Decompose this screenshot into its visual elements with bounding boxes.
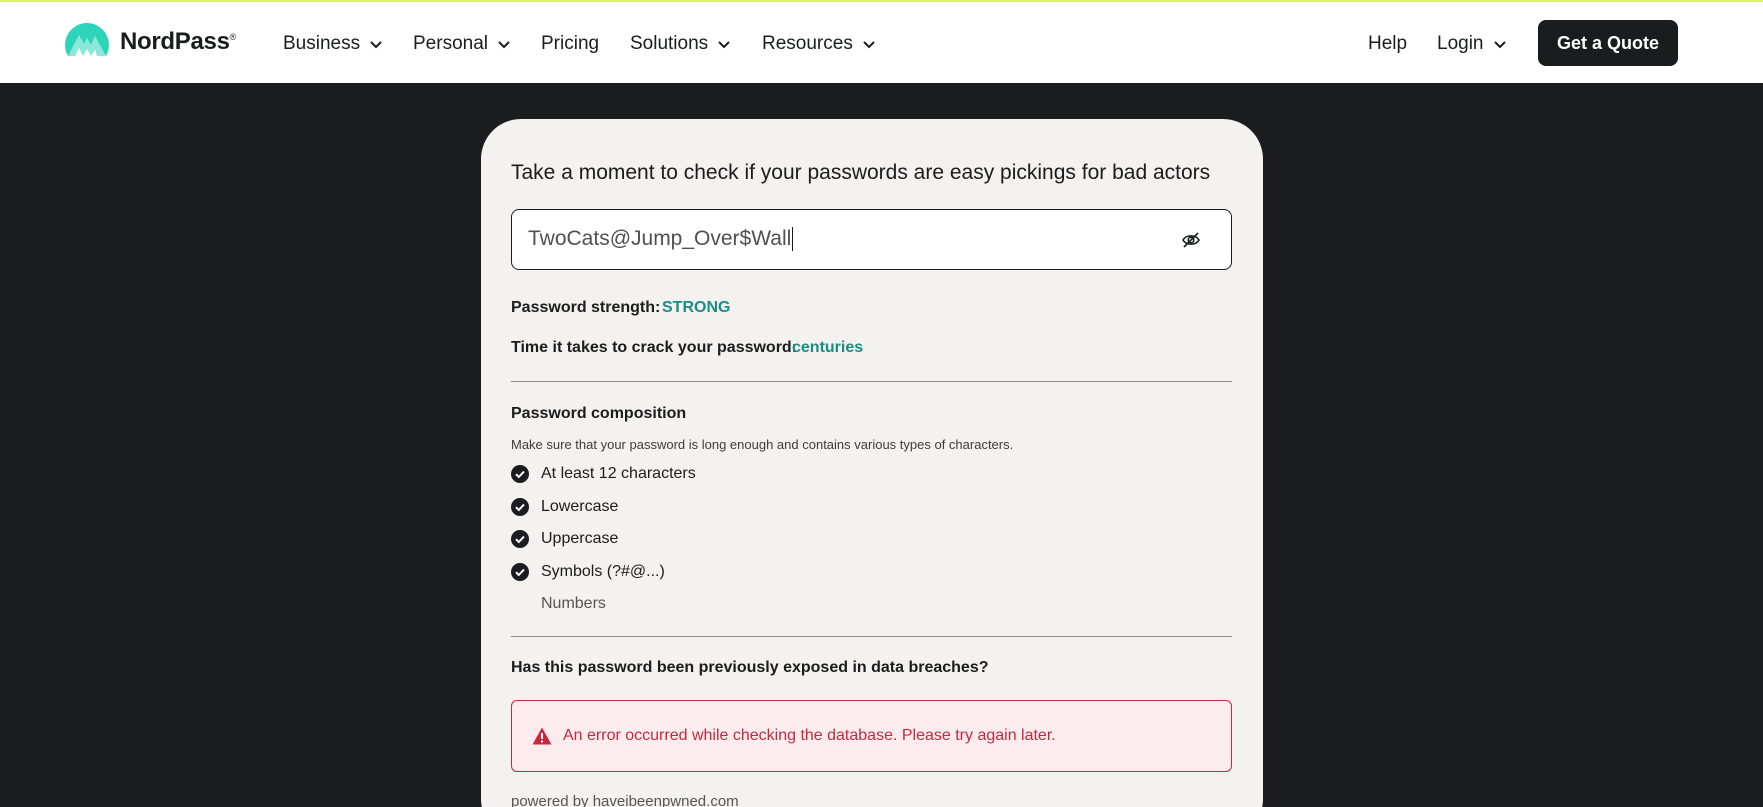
nav-resources[interactable]: Resources — [762, 32, 876, 56]
composition-item: Symbols (?#@...) — [511, 562, 665, 582]
brand-name: NordPass® — [120, 28, 236, 55]
eye-slash-icon[interactable] — [1181, 230, 1201, 250]
divider — [511, 636, 1232, 637]
nav-help[interactable]: Help — [1368, 32, 1407, 56]
breach-error-alert: An error occurred while checking the dat… — [511, 700, 1232, 772]
breach-title: Has this password been previously expose… — [511, 659, 989, 676]
chevron-down-icon — [718, 40, 730, 48]
composition-item-label: At least 12 characters — [541, 465, 696, 482]
composition-description: Make sure that your password is long eno… — [511, 437, 1014, 452]
nav-business-label: Business — [283, 33, 361, 54]
crack-time-value: centuries — [792, 339, 864, 356]
check-circle-icon — [511, 498, 529, 516]
get-a-quote-button[interactable]: Get a Quote — [1538, 20, 1678, 66]
password-input[interactable]: TwoCats@Jump_Over$Wall — [511, 209, 1232, 270]
composition-item-unmet: Numbers — [541, 595, 606, 612]
divider — [511, 381, 1232, 382]
nordpass-mountain-icon — [65, 23, 109, 56]
password-input-value: TwoCats@Jump_Over$Wall — [528, 227, 794, 252]
top-navbar: NordPass® Business Personal Pricing Solu… — [0, 2, 1763, 83]
nav-pricing[interactable]: Pricing — [541, 32, 599, 56]
nordpass-logo[interactable]: NordPass® — [64, 22, 236, 62]
check-circle-icon — [511, 530, 529, 548]
composition-item: At least 12 characters — [511, 464, 696, 484]
strength-label: Password strength: — [511, 299, 661, 316]
composition-item-label: Uppercase — [541, 530, 619, 547]
nav-solutions[interactable]: Solutions — [630, 32, 731, 56]
nav-login-label: Login — [1437, 33, 1484, 54]
breach-error-text: An error occurred while checking the dat… — [563, 727, 1056, 744]
nav-personal[interactable]: Personal — [413, 32, 511, 56]
crack-time-label: Time it takes to crack your password: — [511, 339, 798, 356]
composition-item-label: Lowercase — [541, 498, 619, 515]
composition-item: Lowercase — [511, 497, 618, 517]
chevron-down-icon — [863, 40, 875, 48]
check-circle-icon — [511, 563, 529, 581]
chevron-down-icon — [498, 40, 510, 48]
composition-item-label: Symbols (?#@...) — [541, 563, 665, 580]
nav-solutions-label: Solutions — [630, 33, 709, 54]
chevron-down-icon — [1493, 40, 1506, 48]
strength-value: STRONG — [662, 299, 731, 316]
nav-business[interactable]: Business — [283, 32, 383, 56]
check-circle-icon — [511, 465, 529, 483]
composition-item: Uppercase — [511, 529, 618, 549]
powered-by-text: powered by haveibeenpwned.com — [511, 793, 739, 807]
nav-personal-label: Personal — [413, 33, 488, 54]
nav-pricing-label: Pricing — [541, 33, 600, 54]
password-checker-card: Take a moment to check if your passwords… — [481, 119, 1263, 807]
nav-help-label: Help — [1368, 33, 1408, 54]
chevron-down-icon — [370, 40, 382, 48]
checker-heading: Take a moment to check if your passwords… — [511, 161, 1211, 184]
nav-resources-label: Resources — [762, 33, 853, 54]
composition-title: Password composition — [511, 405, 687, 422]
warning-icon — [532, 727, 552, 745]
nav-login[interactable]: Login — [1437, 32, 1507, 56]
